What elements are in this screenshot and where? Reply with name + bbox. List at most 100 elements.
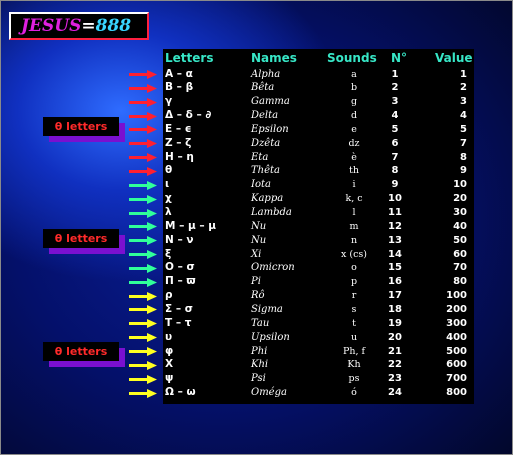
sound-cell: a [351,68,357,80]
sound-cell: u [350,331,358,343]
sound-cell: dz [348,137,360,149]
value-cell: 200 [446,303,467,315]
table-row: Σ – σ Sigma s 18 200 [163,303,474,317]
sound-cell: Ph, f [342,345,366,357]
yellow-arrow-icon [129,388,157,398]
value-cell: 9 [460,165,467,177]
table-row: Η – η Eta è 7 8 [163,151,474,165]
letter-cell: θ [165,164,173,177]
table-row: Τ – τ Tau t 19 300 [163,317,474,331]
letter-cell: γ [165,95,173,108]
number-cell: 5 [391,123,399,135]
name-cell: Eta [251,151,269,163]
letter-cell: ρ [165,289,173,302]
number-cell: 17 [388,290,402,302]
letter-cell: χ [165,192,172,205]
sound-cell: k, c [345,193,363,205]
number-cell: 22 [388,359,402,371]
table-row: Ν – ν Nu n 13 50 [163,234,474,248]
letter-cell: ι [165,178,170,191]
sound-cell: è [351,151,357,163]
number-cell: 12 [388,220,402,232]
letter-cell: ξ [165,247,172,260]
green-arrow-icon [129,208,157,218]
sound-cell: r [351,290,357,302]
letter-cell: Ε – ϵ [165,122,192,135]
name-cell: Kappa [251,193,284,205]
yellow-arrow-icon [129,305,157,315]
letter-cell: υ [165,330,173,343]
greek-alphabet-table: Letters Names Sounds N° Value Α – α Alpha… [163,49,474,404]
name-cell: Phi [251,345,268,357]
sound-cell: Kh [347,359,361,371]
sound-cell: th [349,165,359,177]
number-cell: 2 [391,82,399,94]
name-cell: Gamma [251,96,290,108]
table-row: Δ – δ – ∂ Delta d 4 4 [163,109,474,123]
theta-letters-tag-2: θ letters [43,229,125,254]
tag-label: θ letters [43,229,119,248]
yellow-arrow-icon [129,291,157,301]
value-cell: 10 [453,179,467,191]
name-cell: Lambda [251,207,292,218]
sound-cell: n [350,234,358,246]
name-cell: Delta [251,110,279,122]
name-cell: Alpha [251,68,281,80]
red-arrow-icon [129,97,157,107]
name-cell: Nu [251,234,267,246]
number-cell: 9 [391,179,399,191]
letter-cell: Ν – ν [165,233,194,246]
table-row: γ Gamma g 3 3 [163,95,474,109]
value-cell: 1 [460,68,467,80]
sound-cell: ó [351,387,357,399]
green-arrow-icon [129,222,157,232]
header-names: Names [251,51,297,65]
red-arrow-icon [129,70,157,79]
value-cell: 500 [446,345,467,357]
table-row: ι Iota i 9 10 [163,178,474,192]
number-cell: 6 [391,137,399,149]
green-arrow-icon [129,277,157,287]
table-row: Ω – ω Oméga ó 24 800 [163,386,474,400]
name-cell: Upsilon [251,331,290,343]
red-arrow-icon [129,111,157,121]
name-cell: Oméga [251,387,287,399]
value-cell: 7 [460,137,467,149]
letter-cell: Β – β [165,81,194,94]
red-arrow-icon [129,153,157,163]
number-cell: 10 [388,193,402,205]
value-cell: 8 [460,151,467,163]
green-arrow-icon [129,263,157,273]
sound-cell: p [350,276,358,288]
table-row: Χ Khi Kh 22 600 [163,358,474,372]
letter-cell: Ζ – ζ [165,136,192,149]
number-cell: 16 [388,276,402,288]
name-cell: Nu [251,220,267,232]
number-cell: 8 [391,165,399,177]
red-arrow-icon [129,166,157,176]
value-cell: 60 [453,248,467,260]
number-cell: 24 [388,387,402,399]
sound-cell: i [352,179,356,191]
table-row: Ο – σ Omicron o 15 70 [163,261,474,275]
name-cell: Tau [251,317,270,329]
red-arrow-icon [129,125,157,135]
table-row: χ Kappa k, c 10 20 [163,192,474,206]
yellow-arrow-icon [129,360,157,370]
name-cell: Omicron [251,262,295,274]
sound-cell: e [351,123,357,135]
number-cell: 1 [391,68,399,80]
table-row: ψ Psi ps 23 700 [163,372,474,386]
table-row: ξ Xi x (cs) 14 60 [163,248,474,262]
sound-cell: d [350,110,358,122]
letter-cell: Η – η [165,150,194,163]
green-arrow-icon [129,180,157,190]
letter-cell: Ο – σ [165,261,195,274]
number-cell: 14 [388,248,402,260]
table-row: Β – β Bêta b 2 2 [163,81,474,95]
table-row: ρ Rô r 17 100 [163,289,474,303]
tag-label: θ letters [43,342,119,361]
page-frame: JESUS=888 θ letters θ letters θ letters … [0,0,513,455]
header-value: Value [435,51,473,65]
green-arrow-icon [129,194,157,204]
